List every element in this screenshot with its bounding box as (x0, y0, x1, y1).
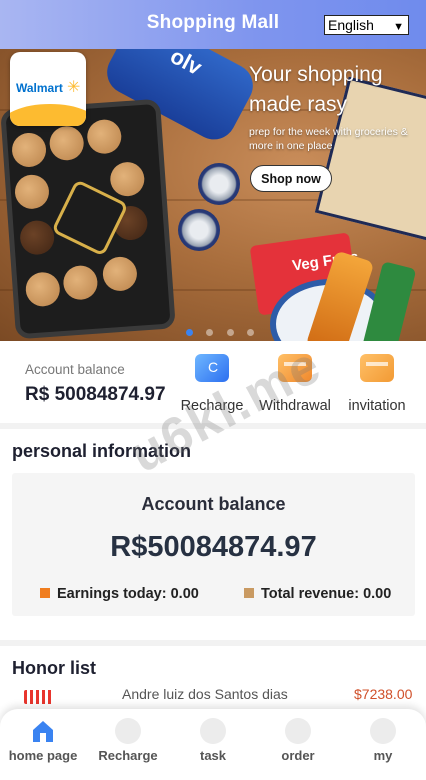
list-item: Andre luiz dos Santos dias $7238.00 (0, 686, 426, 706)
language-select[interactable]: English ▼ (324, 15, 409, 35)
shop-now-button[interactable]: Shop now (250, 165, 332, 192)
app-header: Shopping Mall English ▼ (0, 0, 426, 49)
earnings-today-label: Earnings today: (57, 586, 167, 602)
account-balance-value: R$ 50084874.97 (25, 384, 166, 405)
nav-item-task[interactable]: task (178, 718, 248, 763)
cookie (62, 264, 99, 301)
honor-badge-icon (24, 690, 54, 704)
account-balance-label: Account balance (25, 362, 125, 377)
home-icon (30, 718, 56, 744)
earnings-today: Earnings today: 0.00 (40, 586, 199, 602)
carousel-dot[interactable] (247, 329, 255, 336)
honor-amount: $7238.00 (354, 686, 413, 702)
personal-information-section: personal information Account balance R$5… (0, 429, 426, 640)
invitation-card-icon (360, 354, 394, 382)
nav-item-order[interactable]: order (263, 718, 333, 763)
cookie (19, 219, 56, 256)
nav-item-home[interactable]: home page (8, 718, 78, 763)
promo-banner[interactable]: olv Veg Fries Walmart ✳ Your shopping ma… (0, 49, 426, 341)
carousel-dot[interactable] (206, 329, 214, 336)
user-icon (370, 718, 396, 744)
carousel-dot[interactable] (186, 329, 193, 336)
cookie-tray-image (0, 98, 176, 340)
nav-label-order: order (281, 748, 315, 763)
walmart-logo: Walmart ✳ (10, 52, 86, 126)
balance-card-label: Account balance (141, 494, 286, 514)
total-revenue-value: 0.00 (363, 586, 392, 602)
nav-label-task: task (199, 748, 227, 763)
nav-label-my: my (373, 748, 393, 763)
revenue-color-square (244, 588, 254, 598)
balance-card-value: R$50084874.97 (110, 531, 317, 563)
spark-icon: ✳ (67, 79, 81, 96)
nav-item-my[interactable]: my (348, 718, 418, 763)
cookie (86, 118, 123, 155)
app-screen: Shopping Mall English ▼ olv Veg Fries Wa… (0, 0, 426, 780)
cookie (48, 125, 85, 162)
honor-list-title: Honor list (12, 658, 96, 678)
recharge-icon (115, 718, 141, 744)
earnings-today-value: 0.00 (170, 586, 199, 602)
cookie (10, 131, 48, 169)
total-revenue: Total revenue: 0.00 (244, 586, 391, 602)
task-icon (200, 718, 226, 744)
soda-can-image (178, 209, 220, 251)
cookie (101, 255, 139, 293)
balance-card: Account balance R$50084874.97 Earnings t… (12, 473, 415, 616)
language-select-value: English (328, 17, 374, 33)
cookie (109, 161, 146, 198)
walmart-logo-text: Walmart (16, 81, 63, 95)
banner-subtitle: prep for the week with groceries & more … (249, 126, 408, 152)
nav-item-recharge[interactable]: Recharge (93, 718, 163, 763)
order-icon (285, 718, 311, 744)
soda-can-image (198, 163, 240, 205)
nav-label-home: home page (8, 748, 78, 763)
banner-title: Your shopping made rasy (249, 63, 383, 116)
total-revenue-label: Total revenue: (261, 586, 360, 602)
invitation-action[interactable]: invitation (342, 354, 412, 414)
logo-wave (10, 104, 86, 126)
chevron-down-icon: ▼ (393, 21, 404, 33)
honor-name: Andre luiz dos Santos dias (122, 686, 288, 702)
carousel-indicator (186, 323, 263, 336)
cookie (24, 271, 61, 308)
earnings-color-square (40, 588, 50, 598)
cookie (13, 173, 51, 210)
nav-label-recharge: Recharge (98, 748, 158, 763)
invitation-action-label: invitation (348, 398, 406, 414)
carousel-dot[interactable] (226, 329, 234, 336)
bottom-navigation: home page Recharge task order my (0, 709, 426, 780)
